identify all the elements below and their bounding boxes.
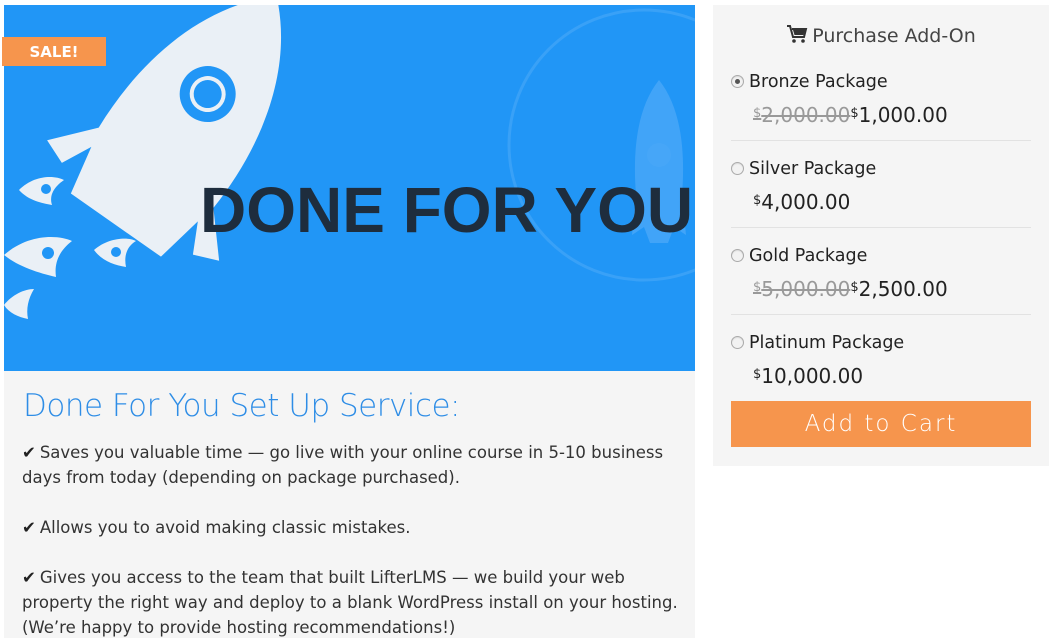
package-name: Bronze Package (749, 72, 888, 92)
current-price: 2,500.00 (858, 277, 948, 301)
purchase-title-text: Purchase Add-On (812, 25, 976, 47)
hero-title: DONE FOR YOU (200, 174, 694, 246)
old-price: $5,000.00 (753, 277, 851, 301)
bullet-text: Saves you valuable time — go live with y… (22, 443, 664, 487)
package-radio[interactable] (731, 75, 744, 88)
purchase-addon-panel: Purchase Add-On Bronze Package $2,000.00… (713, 5, 1049, 466)
old-price: $2,000.00 (753, 103, 851, 127)
package-price: $10,000.00 (753, 364, 864, 388)
package-option-silver[interactable]: Silver Package $4,000.00 (731, 159, 1031, 229)
package-name: Gold Package (749, 246, 868, 266)
cart-icon (787, 25, 808, 43)
list-item: ✔ Gives you access to the team that built… (22, 565, 678, 638)
package-price: $4,000.00 (753, 190, 851, 214)
checkmark-icon: ✔ (22, 568, 36, 587)
package-option-gold[interactable]: Gold Package $5,000.00$2,500.00 (731, 246, 1031, 316)
hero-banner: DONE FOR YOU (4, 5, 695, 371)
add-to-cart-button[interactable]: Add to Cart (731, 401, 1031, 447)
package-name: Platinum Package (749, 333, 905, 353)
bullet-text: Gives you access to the team that built … (22, 568, 678, 637)
current-price: 4,000.00 (761, 190, 851, 214)
list-item: ✔ Saves you valuable time — go live with … (22, 440, 678, 490)
package-radio[interactable] (731, 336, 744, 349)
current-price: 1,000.00 (858, 103, 948, 127)
divider (731, 314, 1031, 315)
package-price: $2,000.00$1,000.00 (753, 103, 948, 127)
package-name: Silver Package (749, 159, 877, 179)
divider (731, 227, 1031, 228)
package-option-platinum[interactable]: Platinum Package $10,000.00 (731, 333, 1031, 393)
service-description: Done For You Set Up Service: ✔ Saves you … (4, 371, 695, 638)
package-price: $5,000.00$2,500.00 (753, 277, 948, 301)
checkmark-icon: ✔ (22, 518, 36, 537)
purchase-title: Purchase Add-On (713, 24, 1049, 47)
divider (731, 140, 1031, 141)
sale-badge: SALE! (2, 37, 106, 66)
checkmark-icon: ✔ (22, 443, 36, 462)
current-price: 10,000.00 (761, 364, 864, 388)
bullet-text: Allows you to avoid making classic mista… (39, 518, 411, 537)
package-option-bronze[interactable]: Bronze Package $2,000.00$1,000.00 (731, 72, 1031, 142)
description-heading: Done For You Set Up Service: (23, 388, 460, 424)
list-item: ✔ Allows you to avoid making classic mist… (22, 515, 678, 540)
package-radio[interactable] (731, 249, 744, 262)
package-radio[interactable] (731, 162, 744, 175)
